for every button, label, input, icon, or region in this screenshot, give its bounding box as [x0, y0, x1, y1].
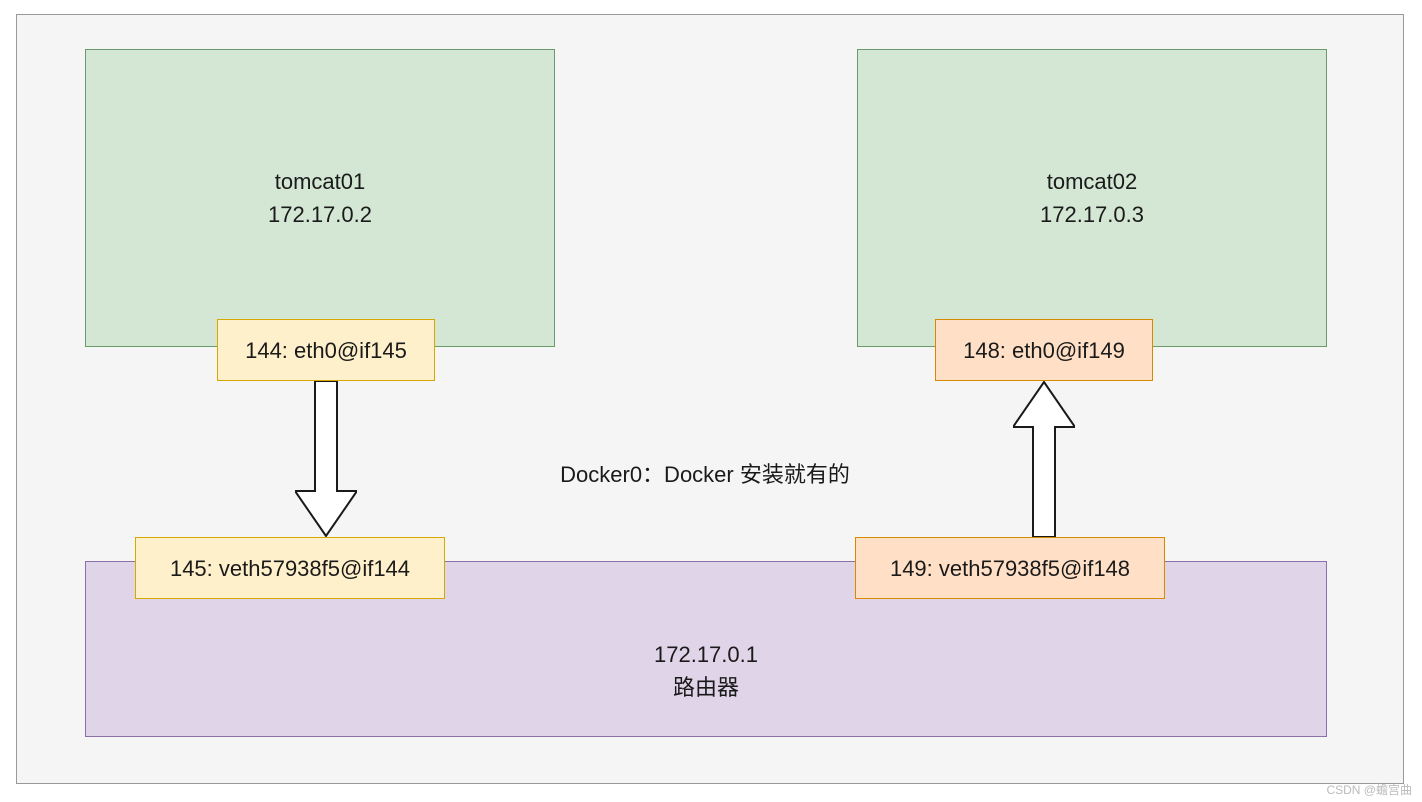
interface-veth-if148: 149: veth57938f5@if148 — [855, 537, 1165, 599]
container2-ip: 172.17.0.3 — [1040, 198, 1144, 231]
center-label-text: Docker0：Docker 安装就有的 — [560, 462, 850, 487]
interface-eth0-if149: 148: eth0@if149 — [935, 319, 1153, 381]
docker0-label: Docker0：Docker 安装就有的 — [505, 457, 905, 489]
arrow-up-icon — [1013, 381, 1075, 537]
if2-label: 148: eth0@if149 — [963, 334, 1125, 367]
router-ip: 172.17.0.1 — [654, 638, 758, 671]
diagram-frame: tomcat01 172.17.0.2 tomcat02 172.17.0.3 … — [16, 14, 1404, 784]
container-tomcat02: tomcat02 172.17.0.3 — [857, 49, 1327, 347]
interface-eth0-if145: 144: eth0@if145 — [217, 319, 435, 381]
watermark: CSDN @蟾宫曲 — [1326, 781, 1412, 798]
arrow-down-icon — [295, 381, 357, 537]
veth2-label: 149: veth57938f5@if148 — [890, 552, 1130, 585]
if1-label: 144: eth0@if145 — [245, 334, 407, 367]
router-label: 路由器 — [673, 671, 739, 704]
interface-veth-if144: 145: veth57938f5@if144 — [135, 537, 445, 599]
veth1-label: 145: veth57938f5@if144 — [170, 552, 410, 585]
container-tomcat01: tomcat01 172.17.0.2 — [85, 49, 555, 347]
container2-name: tomcat02 — [1047, 165, 1138, 198]
container1-ip: 172.17.0.2 — [268, 198, 372, 231]
container1-name: tomcat01 — [275, 165, 366, 198]
